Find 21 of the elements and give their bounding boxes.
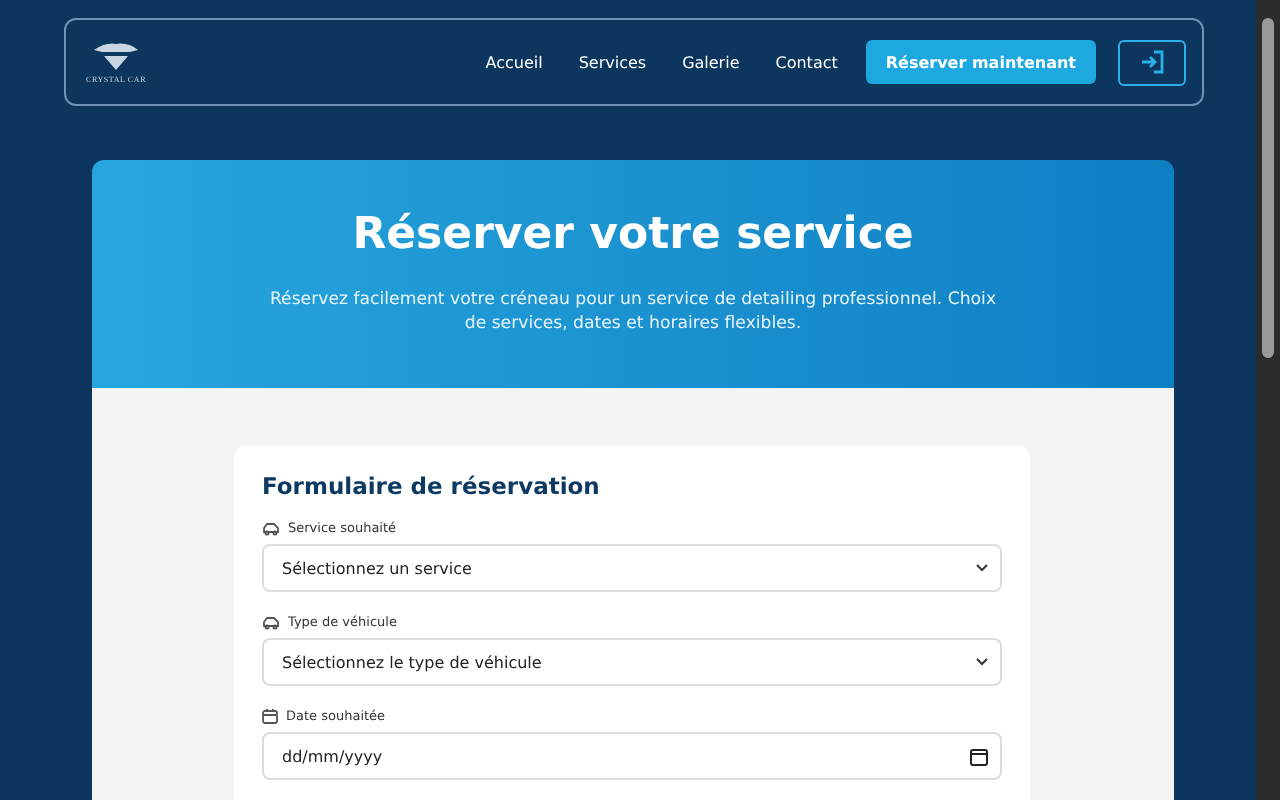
date-field[interactable]: dd/mm/yyyy xyxy=(262,732,1002,780)
select-field[interactable]: Sélectionnez le type de véhicule xyxy=(262,638,1002,686)
car-icon xyxy=(262,521,280,535)
nav-link[interactable]: Galerie xyxy=(682,53,740,71)
hero-subtitle: Réservez facilement votre créneau pour un service de detailing professionnel. Choix de services, dates et horaires flexibles. xyxy=(267,288,999,336)
diamond-car-logo-icon xyxy=(90,40,143,72)
chevron-down-icon xyxy=(976,564,988,572)
chevron-down-icon xyxy=(976,658,988,666)
car-icon xyxy=(262,615,280,629)
calendar-icon xyxy=(970,747,988,765)
page-title: Réserver votre service xyxy=(350,210,916,260)
login-button[interactable] xyxy=(1118,39,1186,85)
nav-link[interactable]: Services xyxy=(578,53,647,71)
sign-in-icon xyxy=(1140,50,1164,74)
select-field[interactable]: Sélectionnez un service xyxy=(262,544,1002,592)
calendar-icon xyxy=(262,708,278,724)
nav-link[interactable]: Accueil xyxy=(485,53,543,71)
scrollbar[interactable] xyxy=(1256,0,1280,800)
form-title: Formulaire de réservation xyxy=(262,472,602,500)
scrollbar-thumb[interactable] xyxy=(1262,18,1274,358)
nav-link[interactable]: Contact xyxy=(775,53,838,71)
